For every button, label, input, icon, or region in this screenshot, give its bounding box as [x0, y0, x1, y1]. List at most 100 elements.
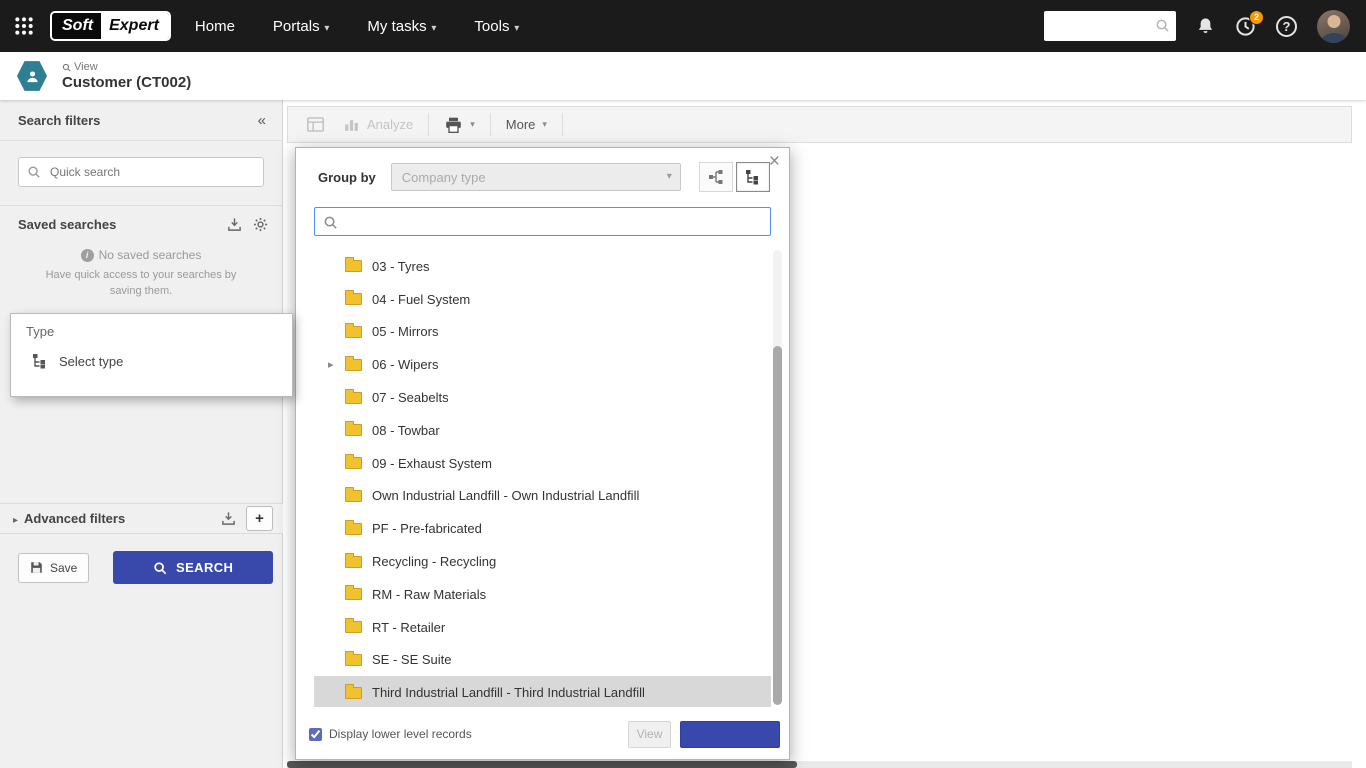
folder-icon	[345, 654, 362, 666]
type-popup-title: Type	[11, 314, 292, 339]
tree-item-label: 04 - Fuel System	[372, 292, 470, 307]
tree-item-label: 09 - Exhaust System	[372, 456, 492, 471]
context-label: View	[74, 61, 98, 73]
confirm-button[interactable]	[680, 721, 780, 748]
folder-icon	[345, 326, 362, 338]
quick-search-input[interactable]	[18, 157, 264, 187]
tree-list-view-button[interactable]	[736, 162, 770, 192]
hierarchy-tree-icon	[32, 353, 48, 369]
expand-caret-icon[interactable]	[13, 511, 24, 526]
analyze-button[interactable]: Analyze	[334, 116, 422, 133]
global-search	[1044, 11, 1176, 41]
tree-item-label: RM - Raw Materials	[372, 587, 486, 602]
select-type-option[interactable]: Select type	[11, 339, 292, 369]
context-row: View	[62, 61, 191, 73]
logo-soft: Soft	[52, 13, 101, 39]
tree-scrollbar[interactable]	[773, 250, 782, 705]
tree-item[interactable]: RT - Retailer	[314, 611, 771, 644]
add-filter-button[interactable]	[246, 506, 273, 531]
tree-item[interactable]: 08 - Towbar	[314, 414, 771, 447]
display-lower-level-option[interactable]: Display lower level records	[309, 727, 628, 741]
saved-searches-settings-gear-icon[interactable]	[253, 217, 268, 232]
type-filter-popup: Type Select type	[10, 313, 293, 397]
group-by-value: Company type	[402, 170, 486, 185]
search-icon[interactable]	[1155, 18, 1170, 33]
pending-tasks-clock-icon[interactable]: 2	[1235, 16, 1256, 37]
group-by-select[interactable]: Company type	[391, 163, 681, 191]
tree-search-input[interactable]	[314, 207, 771, 236]
close-icon[interactable]	[769, 152, 780, 171]
nav-home[interactable]: Home	[195, 18, 235, 35]
bar-chart-icon	[343, 116, 360, 133]
print-dropdown-caret-icon[interactable]	[470, 119, 475, 130]
analyze-label: Analyze	[367, 117, 413, 132]
tree-item-label: Third Industrial Landfill - Third Indust…	[372, 685, 645, 700]
tree-list: 03 - Tyres 04 - Fuel System 05 - Mirrors 06…	[314, 250, 771, 707]
notifications-bell-icon[interactable]	[1196, 16, 1215, 36]
tree-item[interactable]: SE - SE Suite	[314, 644, 771, 677]
record-view-button[interactable]	[297, 115, 334, 134]
tree-item[interactable]: 04 - Fuel System	[314, 283, 771, 316]
topbar-right: 2	[1044, 10, 1366, 43]
search-button-magnifier-icon	[153, 561, 167, 575]
tree-item[interactable]: 05 - Mirrors	[314, 316, 771, 349]
nav-tools[interactable]: Tools	[474, 18, 519, 35]
display-lower-checkbox[interactable]	[309, 728, 322, 741]
advanced-filters-actions	[221, 506, 273, 531]
nav-my-tasks[interactable]: My tasks	[367, 18, 436, 35]
apps-grid-icon[interactable]	[14, 16, 34, 36]
horizontal-scrollbar[interactable]	[287, 761, 1352, 768]
help-icon[interactable]	[1276, 16, 1297, 37]
saved-searches-actions	[227, 217, 268, 232]
tree-search-icon	[323, 215, 338, 230]
tree-item[interactable]: Own Industrial Landfill - Own Industrial…	[314, 480, 771, 513]
record-view-icon	[306, 115, 325, 134]
import-filter-icon[interactable]	[221, 511, 236, 526]
folder-icon	[345, 523, 362, 535]
tree-item-label: 07 - Seabelts	[372, 390, 449, 405]
tree-scrollbar-thumb[interactable]	[773, 346, 782, 705]
advanced-filters-row[interactable]: Advanced filters	[0, 503, 283, 534]
toolbar-separator	[490, 113, 491, 136]
nav-portals[interactable]: Portals	[273, 18, 330, 35]
softexpert-logo[interactable]: SoftExpert	[50, 11, 171, 41]
folder-icon	[345, 392, 362, 404]
sidebar-header: Search filters	[0, 100, 282, 141]
horizontal-scrollbar-thumb[interactable]	[287, 761, 797, 768]
folder-icon	[345, 588, 362, 600]
tree-item[interactable]: PF - Pre-fabricated	[314, 512, 771, 545]
customer-entity-icon	[17, 61, 47, 92]
tree-item[interactable]: Recycling - Recycling	[314, 545, 771, 578]
print-button[interactable]	[435, 116, 484, 134]
folder-icon	[345, 457, 362, 469]
tree-item[interactable]: RM - Raw Materials	[314, 578, 771, 611]
more-button[interactable]: More	[497, 117, 556, 132]
folder-icon	[345, 260, 362, 272]
tree-item-label: Own Industrial Landfill - Own Industrial…	[372, 488, 639, 503]
more-caret-icon	[542, 119, 547, 130]
tree-item[interactable]: 06 - Wipers	[314, 348, 771, 381]
floppy-save-icon	[30, 561, 43, 574]
saved-searches-empty-state: No saved searches Have quick access to y…	[0, 236, 282, 300]
page-header: View Customer (CT002)	[0, 52, 1366, 100]
tree-item[interactable]: 09 - Exhaust System	[314, 447, 771, 480]
tree-item-label: 06 - Wipers	[372, 357, 438, 372]
tree-view-toggle	[699, 162, 770, 192]
tree-item[interactable]: Third Industrial Landfill - Third Indust…	[314, 676, 771, 707]
search-button[interactable]: SEARCH	[113, 551, 273, 584]
quick-search	[18, 157, 264, 187]
toolbar-separator	[428, 113, 429, 136]
collapse-sidebar-icon[interactable]	[258, 113, 266, 128]
tree-item[interactable]: 03 - Tyres	[314, 250, 771, 283]
view-button[interactable]: View	[628, 721, 671, 748]
dialog-footer: Display lower level records View	[296, 709, 789, 759]
search-filters-sidebar: Search filters Saved searches No saved s…	[0, 100, 283, 768]
tree-item[interactable]: 07 - Seabelts	[314, 381, 771, 414]
expand-caret-icon[interactable]	[328, 358, 345, 371]
save-label: Save	[50, 561, 77, 575]
import-search-icon[interactable]	[227, 217, 242, 232]
view-magnifier-icon	[62, 63, 71, 72]
org-chart-view-button[interactable]	[699, 162, 733, 192]
save-search-button[interactable]: Save	[18, 553, 89, 583]
user-avatar[interactable]	[1317, 10, 1350, 43]
